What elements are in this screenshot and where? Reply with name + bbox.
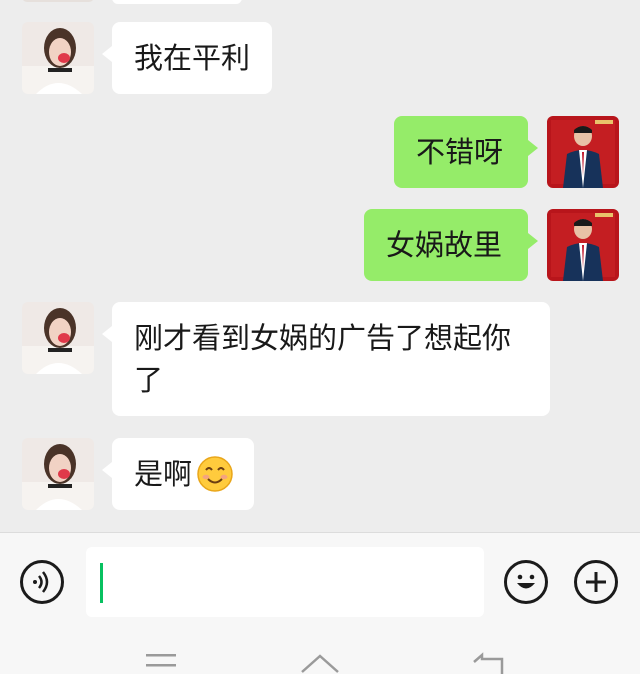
home-icon[interactable] [298,652,342,674]
contact-avatar[interactable] [22,22,94,94]
emoji-icon [517,574,535,589]
contact-avatar[interactable] [22,438,94,510]
system-nav-bar [0,630,640,674]
message-input[interactable] [86,547,484,617]
self-avatar[interactable] [547,116,619,188]
message-text: 女娲故里 [386,228,503,262]
voice-icon [33,571,49,593]
self-avatar-image [547,116,619,188]
message-bubble-received[interactable]: 刚才看到女娲的广告了想起你了 [102,302,550,416]
message-text: 我在平利 [134,41,251,75]
message-bubble-partial [112,0,242,4]
contact-avatar-image [22,438,94,510]
input-bar [0,532,640,631]
text-cursor [100,563,103,603]
message-bubble-received[interactable]: 是啊 [102,438,254,510]
self-avatar-image [547,209,619,281]
message-bubble-sent[interactable]: 女娲故里 [364,209,538,281]
message-bubble-received[interactable]: 我在平利 [101,22,273,94]
message-text: 是啊 [134,457,193,491]
back-icon[interactable] [470,652,506,674]
contact-avatar-image [22,302,94,374]
voice-button[interactable] [20,560,64,604]
emoji-button[interactable] [504,560,548,604]
menu-icon[interactable] [144,652,178,674]
message-text: 不错呀 [416,135,504,169]
chat-area: 我在平利 不错呀 女娲故里 刚才看到女娲的广告了想起你了 是啊 [0,0,640,532]
contact-avatar[interactable] [22,302,94,374]
contact-avatar-partial[interactable] [22,0,94,2]
self-avatar[interactable] [547,209,619,281]
message-text: 刚才看到女娲的广告了想起你了 [134,321,512,397]
plus-icon [586,572,606,592]
more-button[interactable] [574,560,618,604]
contact-avatar-image [22,22,94,94]
message-bubble-sent[interactable]: 不错呀 [394,116,538,188]
smile-emoji-icon [197,456,233,492]
